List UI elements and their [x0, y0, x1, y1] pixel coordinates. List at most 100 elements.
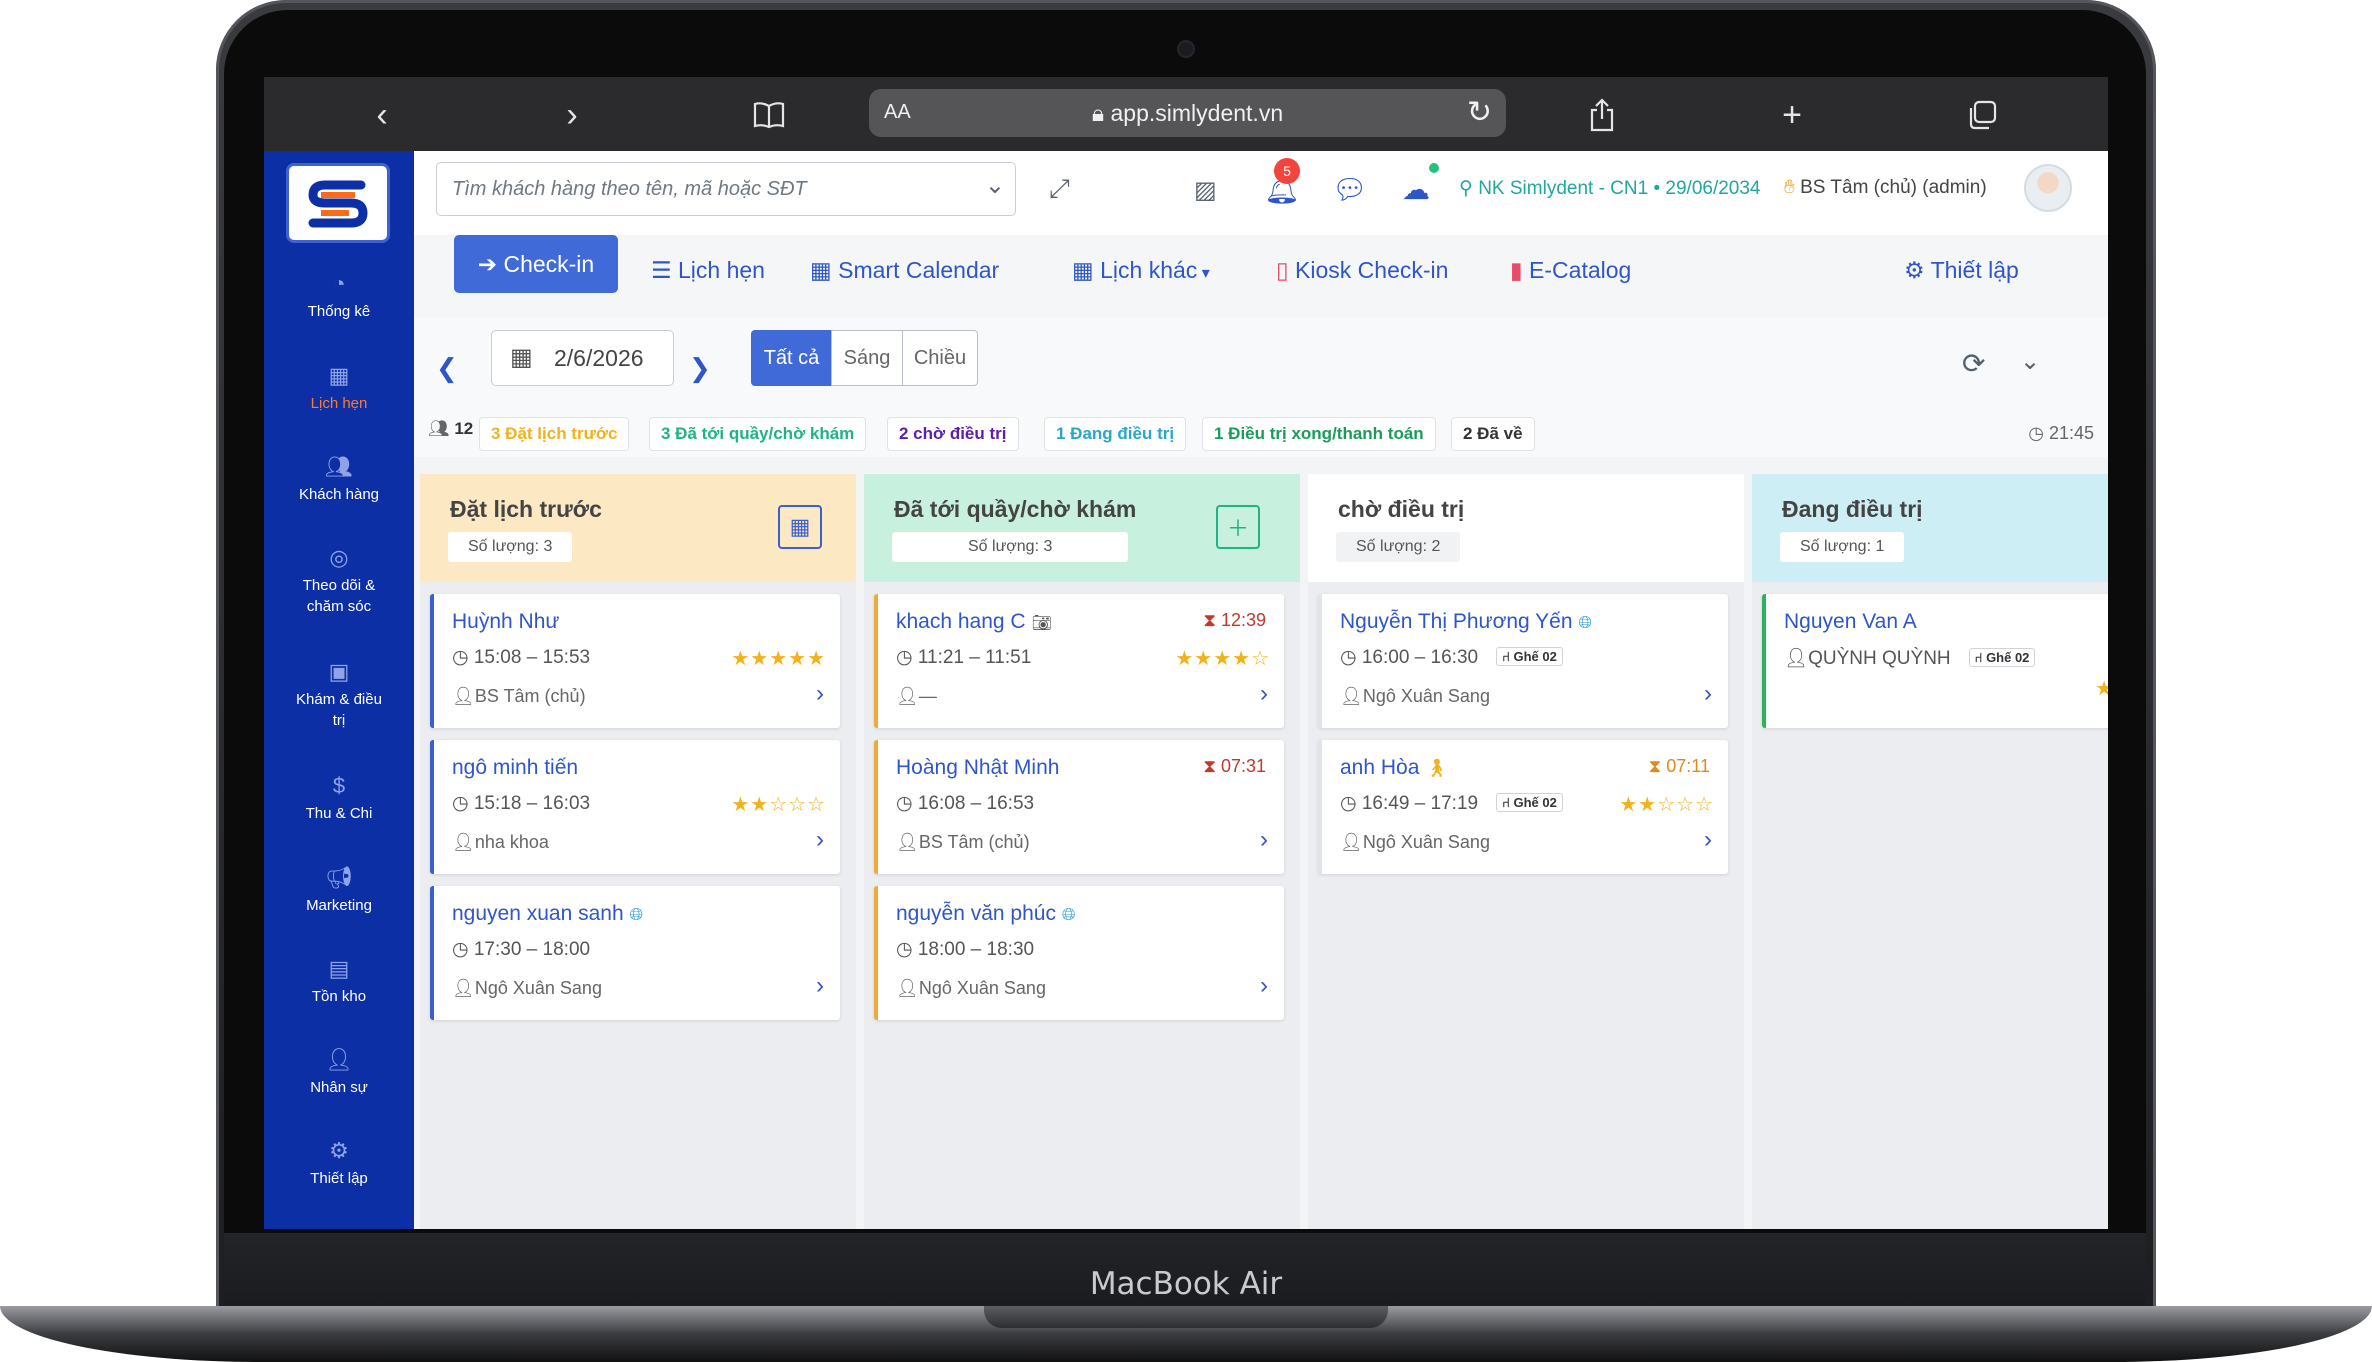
tab-smart-calendar[interactable]: ▦ Smart Calendar [810, 257, 999, 284]
collapse-chevron-icon[interactable]: ⌄ [2020, 347, 2040, 376]
appointment-card[interactable]: khach hang C 📷︎ ⧗ 12:39 ◷ 11:21 – 11:51 … [874, 594, 1284, 728]
tab-label: Thiết lập [1930, 257, 2019, 283]
caret-down-icon: ▾ [1197, 265, 1210, 282]
column-header: Đang điều trị Số lượng: 1 [1752, 474, 2108, 582]
segment-all[interactable]: Tất cả [751, 330, 832, 386]
app-logo[interactable] [286, 163, 390, 243]
status-chip[interactable]: 3 Đã tới quầy/chờ khám [649, 417, 867, 451]
chevron-down-icon[interactable]: ⌄ [985, 171, 1005, 200]
tab-lich-hen[interactable]: ☰ Lịch hẹn [651, 257, 765, 284]
chip-label: 2 chờ điều trị [899, 424, 1007, 443]
list-icon: ☰ [651, 257, 679, 283]
appointment-card[interactable]: Nguyen Van A 👤︎QUỲNH QUỲNH ⑁ Ghế 02 ★ [1762, 594, 2108, 728]
gallery-icon[interactable]: ▨ [1194, 176, 1217, 205]
avatar[interactable] [2024, 164, 2072, 212]
sidebar-item-kham-dieu-tri[interactable]: ▣ Khám & điều trị [264, 659, 414, 731]
appointment-card[interactable]: anh Hòa 🚶︎ ⧗ 07:11 ◷ 16:49 – 17:19 ⑁ Ghế … [1318, 740, 1728, 874]
sidebar-item-khach-hang[interactable]: 👥︎ Khách hàng [264, 454, 414, 505]
patient-name[interactable]: Nguyen Van A [1784, 610, 1917, 634]
calendar-add-button[interactable]: ▦ [778, 505, 822, 549]
branch-selector[interactable]: ⚲ NK Simlydent - CN1 • 29/06/2034 [1459, 177, 1761, 200]
column-count: Số lượng: 2 [1336, 532, 1461, 562]
patient-name[interactable]: ngô minh tiến [452, 756, 578, 780]
status-chip[interactable]: 2 Đã về [1451, 417, 1535, 451]
share-icon[interactable] [1582, 95, 1622, 135]
segment-morning[interactable]: Sáng [831, 330, 903, 386]
sidebar-item-thiet-lap[interactable]: ⚙︎ Thiết lập [264, 1138, 414, 1189]
status-chip[interactable]: 2 chờ điều trị [887, 417, 1019, 451]
appointment-card[interactable]: Hoàng Nhật Minh ⧗ 07:31 ◷ 16:08 – 16:53 … [874, 740, 1284, 874]
chevron-right-icon[interactable]: › [816, 972, 824, 1000]
sidebar-item-lich-hen[interactable]: ▦ Lịch hẹn [264, 363, 414, 414]
date-picker[interactable]: ▦ 2/6/2026 [491, 330, 674, 386]
appointment-card[interactable]: Huỳnh Như ◷ 15:08 – 15:53 ★★★★★ 👤︎BS Tâm… [430, 594, 840, 728]
chevron-right-icon[interactable]: › [816, 826, 824, 854]
chevron-right-icon[interactable]: › [1704, 680, 1712, 708]
chat-icon[interactable]: 💬︎ [1332, 173, 1368, 206]
tab-kiosk-check-in[interactable]: ▯ Kiosk Check-in [1276, 257, 1448, 284]
sidebar-item-marketing[interactable]: 📢︎ Marketing [264, 865, 414, 916]
sidebar-item-ton-kho[interactable]: ▤ Tồn kho [264, 956, 414, 1007]
url-bar[interactable]: AA 🔒︎ app.simlydent.vn ↻ [869, 89, 1506, 137]
date-filter-bar: ❮ ▦ 2/6/2026 ❯ Tất cả Sáng Chiều ⟳ ⌄ 👥︎ … [414, 317, 2108, 457]
sidebar-item-label: Thiết lập [310, 1170, 368, 1187]
tab-lich-khac[interactable]: ▦ Lịch khác ▾ [1072, 257, 1210, 284]
status-chip[interactable]: 3 Đặt lịch trước [479, 417, 630, 451]
sidebar-item-thong-ke[interactable]: ◔ Thống kê [264, 271, 414, 322]
patient-name[interactable]: Hoàng Nhật Minh [896, 756, 1059, 780]
appointment-card[interactable]: nguyễn văn phúc 🌐︎ ◷ 18:00 – 18:30 👤︎Ngô… [874, 886, 1284, 1020]
patient-name[interactable]: khach hang C [896, 610, 1026, 633]
users-icon: 👥︎ [325, 454, 353, 479]
fullscreen-icon[interactable]: ⤢ [1049, 173, 1070, 205]
user-menu[interactable]: ✋︎ BS Tâm (chủ) (admin) [1784, 177, 1987, 199]
kanban-column: Đặt lịch trước Số lượng: 3 ▦ Huỳnh Như ◷… [420, 474, 856, 1229]
column-header: Đặt lịch trước Số lượng: 3 ▦ [420, 474, 856, 582]
prev-day-icon[interactable]: ❮ [436, 353, 458, 384]
status-chip[interactable]: 1 Đang điều trị [1044, 417, 1187, 451]
appointment-card[interactable]: ngô minh tiến ◷ 15:18 – 16:03 ★★☆☆☆ 👤︎nh… [430, 740, 840, 874]
forward-icon[interactable]: › [552, 95, 592, 135]
search-input[interactable]: Tìm khách hàng theo tên, mã hoặc SĐT ⌄ [436, 162, 1016, 216]
sidebar-item-nhan-su[interactable]: 👤︎ Nhân sự [264, 1047, 414, 1098]
patient-name[interactable]: Nguyễn Thị Phương Yến [1340, 610, 1573, 633]
calendar-icon: ▦ [1072, 257, 1101, 283]
sidebar-item-thu-chi[interactable]: $ Thu & Chi [264, 773, 414, 824]
column-count: Số lượng: 3 [892, 532, 1129, 562]
chevron-right-icon[interactable]: › [1704, 826, 1712, 854]
new-tab-icon[interactable]: + [1772, 95, 1812, 135]
seat-label: Ghế 02 [1986, 650, 2030, 665]
camera-icon [1179, 42, 1193, 56]
sidebar-item-theo-doi[interactable]: ◎ Theo dõi & chăm sóc [264, 545, 414, 617]
patient-name[interactable]: nguyen xuan sanh [452, 902, 624, 925]
chevron-right-icon[interactable]: › [816, 680, 824, 708]
tabs-overview-icon[interactable] [1962, 95, 2002, 135]
appointment-card[interactable]: Nguyễn Thị Phương Yến 🌐︎ ◷ 16:00 – 16:30… [1318, 594, 1728, 728]
doctor-icon: 👤︎ [452, 686, 475, 706]
patient-name[interactable]: Huỳnh Như [452, 610, 559, 634]
segment-afternoon[interactable]: Chiều [902, 330, 978, 386]
patient-name[interactable]: anh Hòa [1340, 756, 1419, 779]
chevron-right-icon[interactable]: › [1260, 972, 1268, 1000]
notification-badge: 5 [1274, 158, 1300, 184]
column-title: Đặt lịch trước [450, 496, 602, 522]
tab-label: Lịch khác [1100, 257, 1198, 283]
chevron-right-icon[interactable]: › [1260, 826, 1268, 854]
chevron-right-icon[interactable]: › [1260, 680, 1268, 708]
refresh-icon[interactable]: ⟳ [1962, 347, 1985, 380]
tab-check-in[interactable]: ➔ Check-in [454, 235, 618, 293]
add-user-button[interactable]: ＋ [1216, 505, 1260, 549]
clock-icon: ◷ [452, 939, 474, 960]
tab-e-catalog[interactable]: ▮ E-Catalog [1510, 257, 1631, 284]
next-day-icon[interactable]: ❯ [689, 353, 711, 384]
globe-icon: 🌐︎ [1061, 905, 1076, 924]
device-label: MacBook Air [1089, 1266, 1283, 1302]
cloud-download-icon[interactable]: ☁︎ [1402, 173, 1430, 206]
reload-icon[interactable]: ↻ [1467, 95, 1492, 130]
status-chip[interactable]: 1 Điều trị xong/thanh toán [1202, 417, 1436, 451]
patient-name[interactable]: nguyễn văn phúc [896, 902, 1056, 925]
back-icon[interactable]: ‹ [362, 95, 402, 135]
appointment-card[interactable]: nguyen xuan sanh 🌐︎ ◷ 17:30 – 18:00 👤︎Ng… [430, 886, 840, 1020]
bookmarks-icon[interactable] [749, 95, 789, 135]
tab-thiet-lap[interactable]: ⚙︎ Thiết lập [1904, 257, 2019, 284]
column-header: Đã tới quầy/chờ khám Số lượng: 3 ＋ [864, 474, 1300, 582]
